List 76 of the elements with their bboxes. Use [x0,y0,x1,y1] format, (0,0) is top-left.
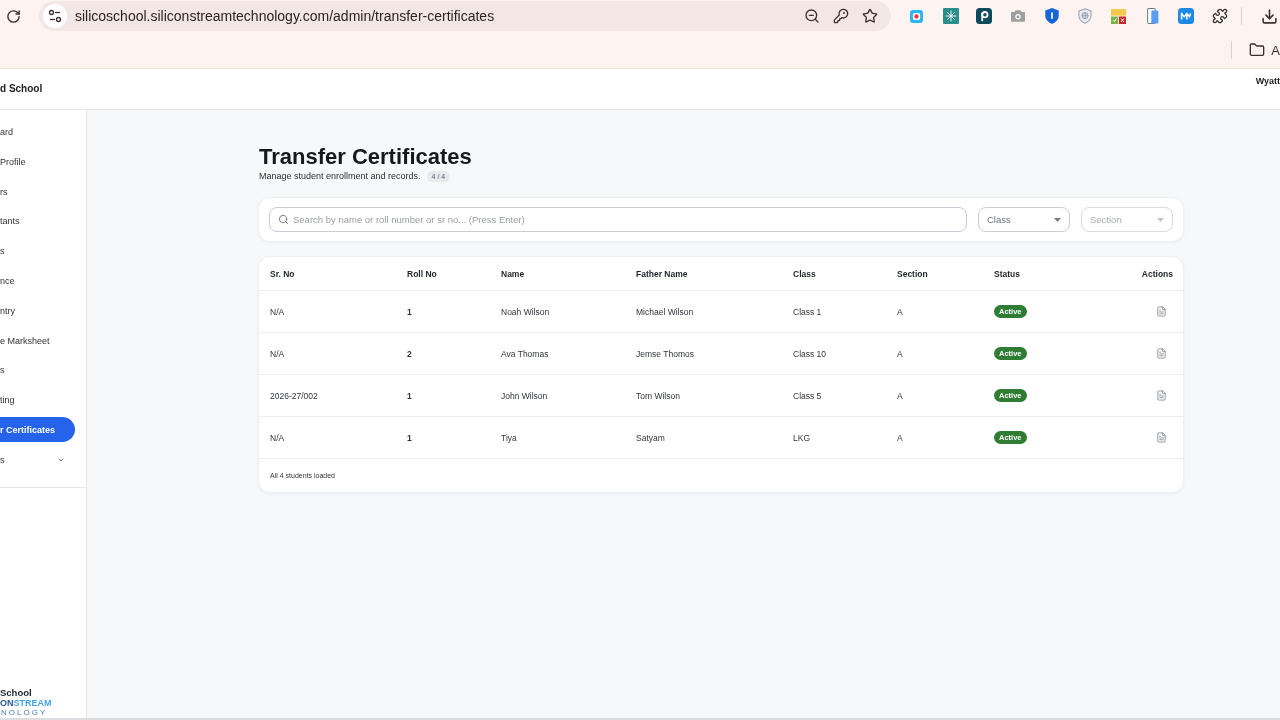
address-bar[interactable]: silicoschool.siliconstreamtechnology.com/admin/transfer-certificates [39,1,891,31]
table-cell: LKG [793,432,810,443]
search-icon [278,214,289,225]
folder-icon [1249,42,1266,58]
puzzle-icon[interactable] [1212,8,1229,24]
table-cell: A [897,306,903,317]
camera-icon[interactable] [1010,10,1025,22]
sidebar-item[interactable]: rs [0,179,75,205]
table-cell: 1 [407,390,412,401]
sidebar-item[interactable]: s [0,357,75,383]
logo-tagline: NOLOGY [0,708,48,717]
table-cell: Ava Thomas [501,348,549,359]
asterisk-tile-icon[interactable] [942,8,959,24]
record-icon[interactable] [910,9,924,23]
sidebar-item[interactable]: e Marksheet [0,328,75,354]
table-cell: Class 1 [793,306,822,317]
star-icon[interactable] [862,8,878,24]
devices-icon[interactable] [1146,8,1159,24]
table-cell: Tom Wilson [636,390,680,401]
table-cell: Noah Wilson [501,306,550,317]
document-icon[interactable] [1156,432,1167,443]
table-cell: Satyam [636,432,665,443]
column-header: Status [994,268,1020,279]
reload-icon[interactable] [6,8,21,24]
table-cell: A [897,432,903,443]
logo-name: School [0,687,33,698]
table-cell: John Wilson [501,390,548,401]
check-cross-tile-icon[interactable] [1111,8,1127,24]
table-cell: A [897,348,903,359]
table-cell: N/A [270,306,285,317]
sidebar-item[interactable]: ntry [0,298,75,324]
filter-dropdown[interactable]: Class [978,207,1070,232]
page-subtitle: Manage student enrollment and records. [259,171,421,181]
zoom-out-icon[interactable] [804,8,820,24]
column-header: Sr. No [270,268,295,279]
table-cell: Class 5 [793,390,822,401]
page-title: Transfer Certificates [259,145,473,169]
table-cell: A [897,390,903,401]
logo-wordmark: ONSTREAM [0,698,52,708]
document-icon[interactable] [1156,390,1167,401]
column-header: Section [897,268,928,279]
column-header: Class [793,268,816,279]
column-header: Actions [1141,268,1173,279]
site-info-icon[interactable] [43,4,67,28]
sidebar-item[interactable]: ting [0,387,75,413]
table-cell: N/A [270,348,285,359]
school-name: d School [0,83,43,94]
user-name: Wyatt [1255,76,1280,86]
column-header: Father Name [636,268,688,279]
shield-icon[interactable] [1044,8,1059,24]
column-header: Name [501,268,525,279]
sidebar-item[interactable]: Profile [0,149,75,175]
table-cell: N/A [270,432,285,443]
sidebar-item[interactable]: nce [0,268,75,294]
table-cell: 2026-27/002 [270,390,318,401]
table-cell: Tiya [501,432,517,443]
sidebar-item[interactable]: tants [0,208,75,234]
table-cell: 1 [407,432,412,443]
document-icon[interactable] [1156,348,1167,359]
column-header: Roll No [407,268,437,279]
table-cell: Michael Wilson [636,306,694,317]
p-tile-icon[interactable] [976,8,993,24]
search-field[interactable]: Search by name or roll number or sr no... (Press Enter) [269,207,967,232]
wave-tile-icon[interactable] [1178,8,1195,24]
table-cell: Jemse Thomos [636,348,694,359]
document-icon[interactable] [1156,306,1167,317]
download-icon[interactable] [1260,7,1278,25]
sidebar-item[interactable]: s [0,238,75,264]
table-cell: Class 10 [793,348,827,359]
bookmark-folder[interactable]: A [1249,42,1280,58]
sidebar-item[interactable]: s [0,447,75,473]
table-cell: 2 [407,348,412,359]
sidebar-item[interactable]: r Certificates [0,417,75,443]
sidebar-item[interactable]: ard [0,119,75,145]
table-cell: 1 [407,306,412,317]
key-icon[interactable] [833,8,849,24]
